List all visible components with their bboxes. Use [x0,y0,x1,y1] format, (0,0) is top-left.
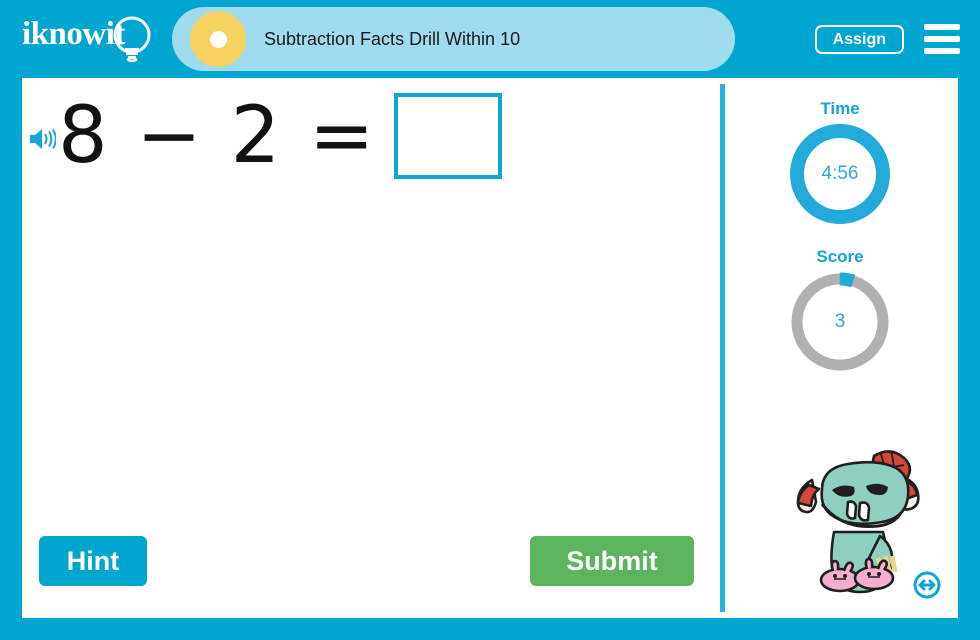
hamburger-menu-icon[interactable] [924,24,960,54]
submit-button[interactable]: Submit [530,536,694,586]
answer-input[interactable] [394,93,503,179]
equation-text: 8 − 2 = [58,91,377,181]
hint-button[interactable]: Hint [39,536,147,586]
score-value: 3 [834,311,846,332]
assign-button[interactable]: Assign [814,25,904,54]
lesson-title-pill: Subtraction Facts Drill Within 10 [172,7,735,71]
lesson-content-area: 8 − 2 = Time 4:56 Score 3 Hint Submit [22,78,958,618]
progress-dot-icon [190,11,246,67]
time-value: 4:56 [821,163,859,184]
speaker-audio-icon[interactable] [28,126,56,152]
menu-bar [924,24,960,30]
score-ring: 3 [788,270,892,374]
lesson-title: Subtraction Facts Drill Within 10 [264,28,521,49]
panel-divider [720,84,725,612]
lesson-app-window: iknowit Subtraction Facts Drill Within 1… [0,0,980,640]
menu-bar [924,36,960,42]
brand-logo[interactable]: iknowit [22,14,170,66]
lightbulb-icon [113,16,151,63]
resize-horizontal-icon[interactable] [912,570,942,600]
problem-row: 8 − 2 = [28,91,503,181]
app-header: iknowit Subtraction Facts Drill Within 1… [0,0,980,78]
score-label: Score [816,247,864,266]
time-ring: 4:56 [788,122,892,226]
time-label: Time [820,99,860,118]
menu-bar [924,48,960,54]
